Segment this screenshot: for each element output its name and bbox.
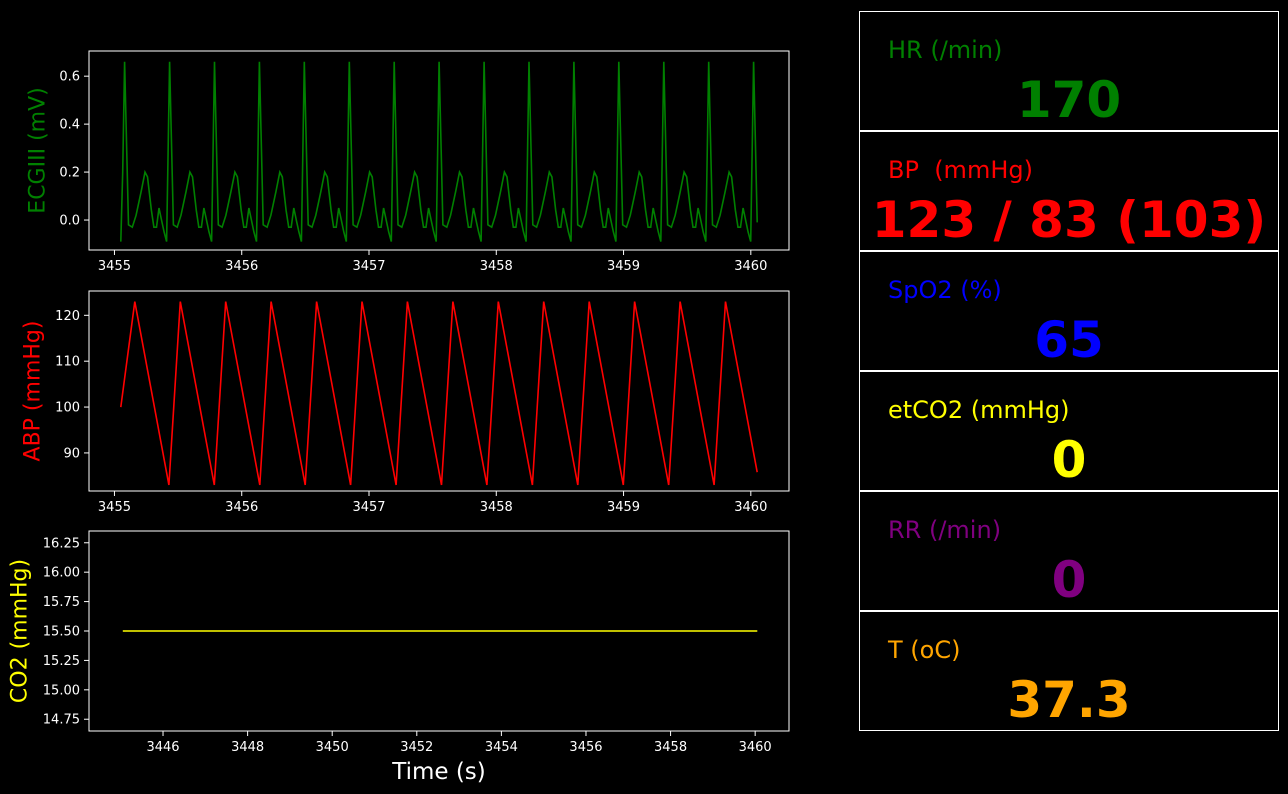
y-tick-label-abp: 100 [55,401,80,416]
vital-label-hr: HR (/min) [888,36,1003,64]
x-tick-label-co2: 3452 [400,740,433,755]
vital-panel-temp: T (oC) 37.3 [859,611,1279,731]
x-tick-label-abp: 3456 [225,500,258,515]
x-tick-label-abp: 3455 [98,500,131,515]
waveform-charts: 3455 3456 3457 3458 3459 3460 0.0 0.2 0.4 0.6 ECGI… [8,50,790,785]
series-line-ecg [120,61,758,242]
vital-label-etco2: etCO2 (mmHg) [888,396,1070,424]
x-tick-label-ecg: 3459 [607,259,640,274]
y-tick-label-co2: 16.00 [43,566,80,581]
x-tick-label-abp: 3458 [480,500,513,515]
vital-value-rr: 0 [1051,551,1087,609]
vital-value-hr: 170 [1016,71,1122,129]
x-tick-label-co2: 3454 [485,740,518,755]
x-tick-label-co2: 3446 [146,740,179,755]
vital-label-bp: BP (mmHg) [888,156,1033,184]
vital-panel-hr: HR (/min) 170 [859,11,1279,131]
y-tick-label-co2: 14.75 [43,713,80,728]
x-tick-label-co2: 3450 [316,740,349,755]
y-tick-label-abp: 90 [63,446,80,461]
vital-value-temp: 37.3 [1007,671,1131,729]
y-tick-label-ecg: 0.6 [59,70,80,85]
vital-panel-bp: BP (mmHg) 123 / 83 (103) [859,131,1279,251]
x-tick-label-ecg: 3456 [225,259,258,274]
y-tick-label-ecg: 0.2 [59,166,80,181]
vital-value-etco2: 0 [1051,431,1087,489]
chart-abp: 3455 3456 3457 3458 3459 3460 90 100 110 120 ABP (… [21,290,790,515]
vital-label-temp: T (oC) [888,636,961,664]
x-tick-label-co2: 3448 [231,740,264,755]
x-axis-label-co2: Time (s) [391,759,486,785]
x-tick-label-co2: 3456 [569,740,602,755]
x-tick-label-abp: 3459 [607,500,640,515]
y-tick-label-ecg: 0.0 [59,214,80,229]
x-tick-label-abp: 3460 [734,500,767,515]
y-tick-label-co2: 15.75 [43,595,80,610]
x-tick-label-ecg: 3458 [480,259,513,274]
y-tick-label-co2: 15.25 [43,654,80,669]
y-tick-label-abp: 110 [55,355,80,370]
x-tick-label-abp: 3457 [352,500,385,515]
y-tick-label-co2: 16.25 [43,536,80,551]
x-tick-label-co2: 3458 [654,740,687,755]
y-tick-label-co2: 15.00 [43,683,80,698]
series-line-abp [120,301,758,486]
y-tick-label-co2: 15.50 [43,625,80,640]
vital-panel-rr: RR (/min) 0 [859,491,1279,611]
vital-panel-etco2: etCO2 (mmHg) 0 [859,371,1279,491]
y-axis-label-abp: ABP (mmHg) [21,321,46,462]
vital-label-rr: RR (/min) [888,516,1002,544]
x-tick-label-ecg: 3455 [98,259,131,274]
chart-ecg: 3455 3456 3457 3458 3459 3460 0.0 0.2 0.4 0.6 ECGI… [26,50,790,274]
x-tick-label-ecg: 3457 [352,259,385,274]
y-axis-label-co2: CO2 (mmHg) [8,559,33,703]
y-tick-label-abp: 120 [55,309,80,324]
x-tick-label-co2: 3460 [739,740,772,755]
y-axis-label-ecg: ECGIII (mV) [26,87,51,213]
chart-co2: 3446 3448 3450 3452 3454 3456 3458 3460 14.75 15.… [8,530,790,785]
vital-value-bp: 123 / 83 (103) [871,191,1267,249]
vital-value-spo2: 65 [1034,311,1104,369]
vital-label-spo2: SpO2 (%) [888,276,1002,304]
y-tick-label-ecg: 0.4 [59,118,80,133]
x-tick-label-ecg: 3460 [734,259,767,274]
vital-panel-spo2: SpO2 (%) 65 [859,251,1279,371]
